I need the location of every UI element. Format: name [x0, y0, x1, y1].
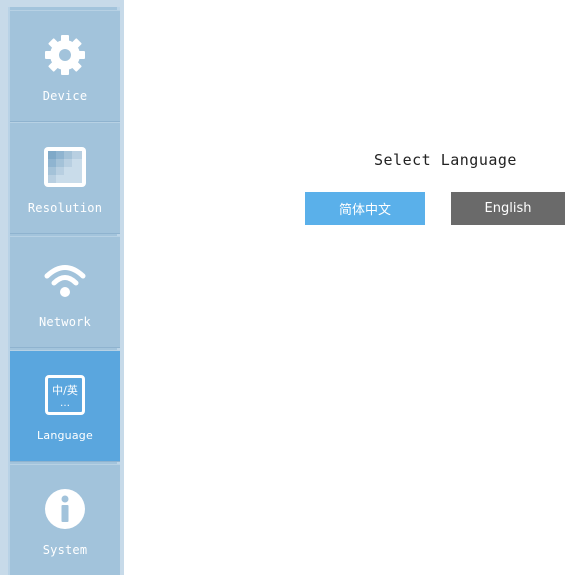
main-content: Select Language 简体中文 English	[124, 0, 565, 575]
sidebar-item-network[interactable]: Network	[10, 236, 120, 348]
info-icon	[41, 485, 89, 533]
sidebar-item-label: System	[42, 543, 88, 557]
resolution-icon	[41, 143, 89, 191]
language-icon: 中/英 …	[41, 371, 89, 419]
sidebar-item-label: Language	[37, 429, 93, 442]
sidebar-item-label: Resolution	[27, 201, 103, 215]
english-language-button[interactable]: English	[451, 192, 565, 225]
language-icon-text: 中/英	[52, 384, 78, 397]
chinese-language-button[interactable]: 简体中文	[305, 192, 425, 225]
sidebar-item-device[interactable]: Device	[10, 10, 120, 122]
sidebar: Device Resolution Network 中/英 … Language…	[0, 0, 124, 575]
app-window: Device Resolution Network 中/英 … Language…	[0, 0, 565, 575]
wifi-icon	[41, 257, 89, 305]
page-title: Select Language	[374, 151, 517, 169]
sidebar-item-resolution[interactable]: Resolution	[10, 122, 120, 234]
ellipsis-icon: …	[60, 398, 70, 409]
sidebar-item-language[interactable]: 中/英 … Language	[10, 350, 120, 462]
sidebar-item-label: Network	[39, 315, 91, 329]
gear-icon	[41, 31, 89, 79]
sidebar-item-label: Device	[42, 89, 88, 103]
sidebar-item-system[interactable]: System	[10, 464, 120, 575]
